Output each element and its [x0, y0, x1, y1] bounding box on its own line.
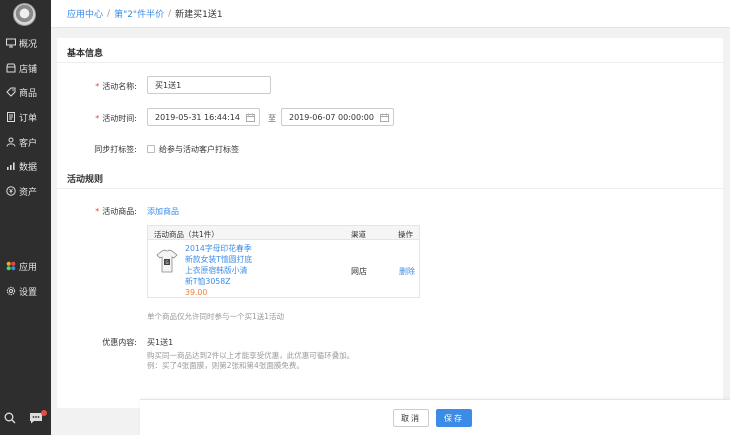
store-icon [6, 63, 16, 73]
activity-name-label: * 活动名称: [95, 82, 137, 91]
sidebar-item-goods[interactable]: 商品 [0, 82, 51, 102]
action-bar: 取消 保存 [140, 399, 730, 435]
sidebar-item-orders[interactable]: 订单 [0, 107, 51, 127]
svg-text:G: G [165, 260, 168, 265]
product-channel: 网店 [351, 267, 367, 276]
divider [57, 188, 723, 189]
end-time-value: 2019-06-07 00:00:00 [289, 112, 374, 122]
time-range-to: 至 [268, 114, 276, 123]
chart-icon [7, 162, 15, 170]
asset-icon [6, 186, 16, 196]
sidebar-item-label: 订单 [19, 113, 38, 124]
sidebar-item-overview[interactable]: 概况 [0, 33, 51, 53]
product-thumbnail[interactable]: G [156, 248, 178, 274]
sidebar: 概况 店铺 商品 订单 客户 数据 资产 应用 设置 [0, 0, 51, 435]
sidebar-item-label: 商品 [19, 88, 38, 99]
breadcrumb: 应用中心 / 第"2"件半价 / 新建买1送1 [51, 0, 730, 28]
table-header-action: 操作 [398, 230, 413, 239]
notification-badge [41, 410, 47, 416]
sidebar-item-label: 资产 [19, 187, 38, 198]
sidebar-item-label: 设置 [19, 287, 38, 298]
sidebar-item-label: 应用 [19, 262, 38, 273]
goods-table: 活动商品（共1件） 渠道 操作 G 2014字母印花春季新款女装T恤圆打底上衣原… [147, 225, 420, 298]
add-goods-link[interactable]: 添加商品 [147, 206, 179, 217]
search-icon[interactable] [4, 412, 16, 424]
breadcrumb-separator: / [107, 8, 111, 19]
activity-time-label: * 活动时间: [95, 114, 137, 123]
sidebar-item-customers[interactable]: 客户 [0, 132, 51, 152]
breadcrumb-current: 新建买1送1 [175, 10, 223, 20]
start-time-value: 2019-05-31 16:44:14 [155, 112, 240, 122]
sidebar-item-assets[interactable]: 资产 [0, 181, 51, 201]
sidebar-item-data[interactable]: 数据 [0, 156, 51, 176]
sync-tag-checkbox-text[interactable]: 给参与活动客户打标签 [159, 144, 239, 155]
sync-tag-checkbox[interactable] [147, 145, 155, 153]
product-name-link[interactable]: 2014字母印花春季新款女装T恤圆打底上衣原宿韩版小清新T恤3058Z [185, 243, 253, 287]
table-header: 活动商品（共1件） 渠道 操作 [148, 226, 419, 240]
sidebar-item-apps[interactable]: 应用 [0, 256, 51, 276]
offer-content-label: 优惠内容: [102, 338, 137, 347]
sidebar-item-label: 客户 [19, 138, 38, 149]
sidebar-item-label: 概况 [19, 39, 38, 50]
activity-goods-label: * 活动商品: [95, 207, 137, 216]
table-header-channel: 渠道 [351, 230, 366, 239]
required-mark: * [95, 207, 100, 216]
sidebar-item-store[interactable]: 店铺 [0, 58, 51, 78]
breadcrumb-separator: / [168, 8, 172, 19]
sidebar-item-settings[interactable]: 设置 [0, 281, 51, 301]
save-button[interactable]: 保存 [436, 409, 472, 427]
activity-name-input[interactable]: 买1送1 [147, 76, 271, 94]
start-time-input[interactable]: 2019-05-31 16:44:14 [147, 108, 260, 126]
end-time-input[interactable]: 2019-06-07 00:00:00 [281, 108, 394, 126]
divider [57, 62, 723, 63]
avatar[interactable] [13, 3, 36, 26]
delete-product-link[interactable]: 删除 [399, 266, 415, 277]
cancel-button[interactable]: 取消 [393, 409, 429, 427]
offer-example: 例：买了4张面膜，则第2张和第4张面膜免费。 [147, 361, 304, 370]
calendar-icon[interactable] [380, 113, 389, 122]
sidebar-item-label: 店铺 [19, 64, 38, 75]
breadcrumb-app-center[interactable]: 应用中心 [67, 7, 103, 20]
calendar-icon[interactable] [246, 113, 255, 122]
gear-icon [6, 286, 16, 296]
main-content: 基本信息 * 活动名称: 买1送1 * 活动时间: 2019-05-31 16:44… [57, 38, 723, 408]
monitor-icon [6, 38, 16, 48]
apps-icon [6, 261, 16, 271]
sidebar-item-label: 数据 [19, 162, 38, 173]
section-title-basic: 基本信息 [67, 49, 104, 59]
required-mark: * [95, 114, 100, 123]
goods-hint: 单个商品仅允许同时参与一个买1送1活动 [147, 312, 285, 321]
user-icon [6, 137, 16, 147]
sync-tag-label: 同步打标签: [94, 145, 137, 154]
breadcrumb-half-price[interactable]: 第"2"件半价 [114, 7, 164, 20]
table-header-product: 活动商品（共1件） [154, 230, 219, 239]
section-title-rules: 活动规则 [67, 175, 104, 185]
order-icon [7, 112, 15, 122]
tag-icon [6, 87, 16, 97]
product-price: 39.00 [185, 288, 208, 297]
offer-content-value: 买1送1 [147, 338, 174, 347]
required-mark: * [95, 82, 100, 91]
